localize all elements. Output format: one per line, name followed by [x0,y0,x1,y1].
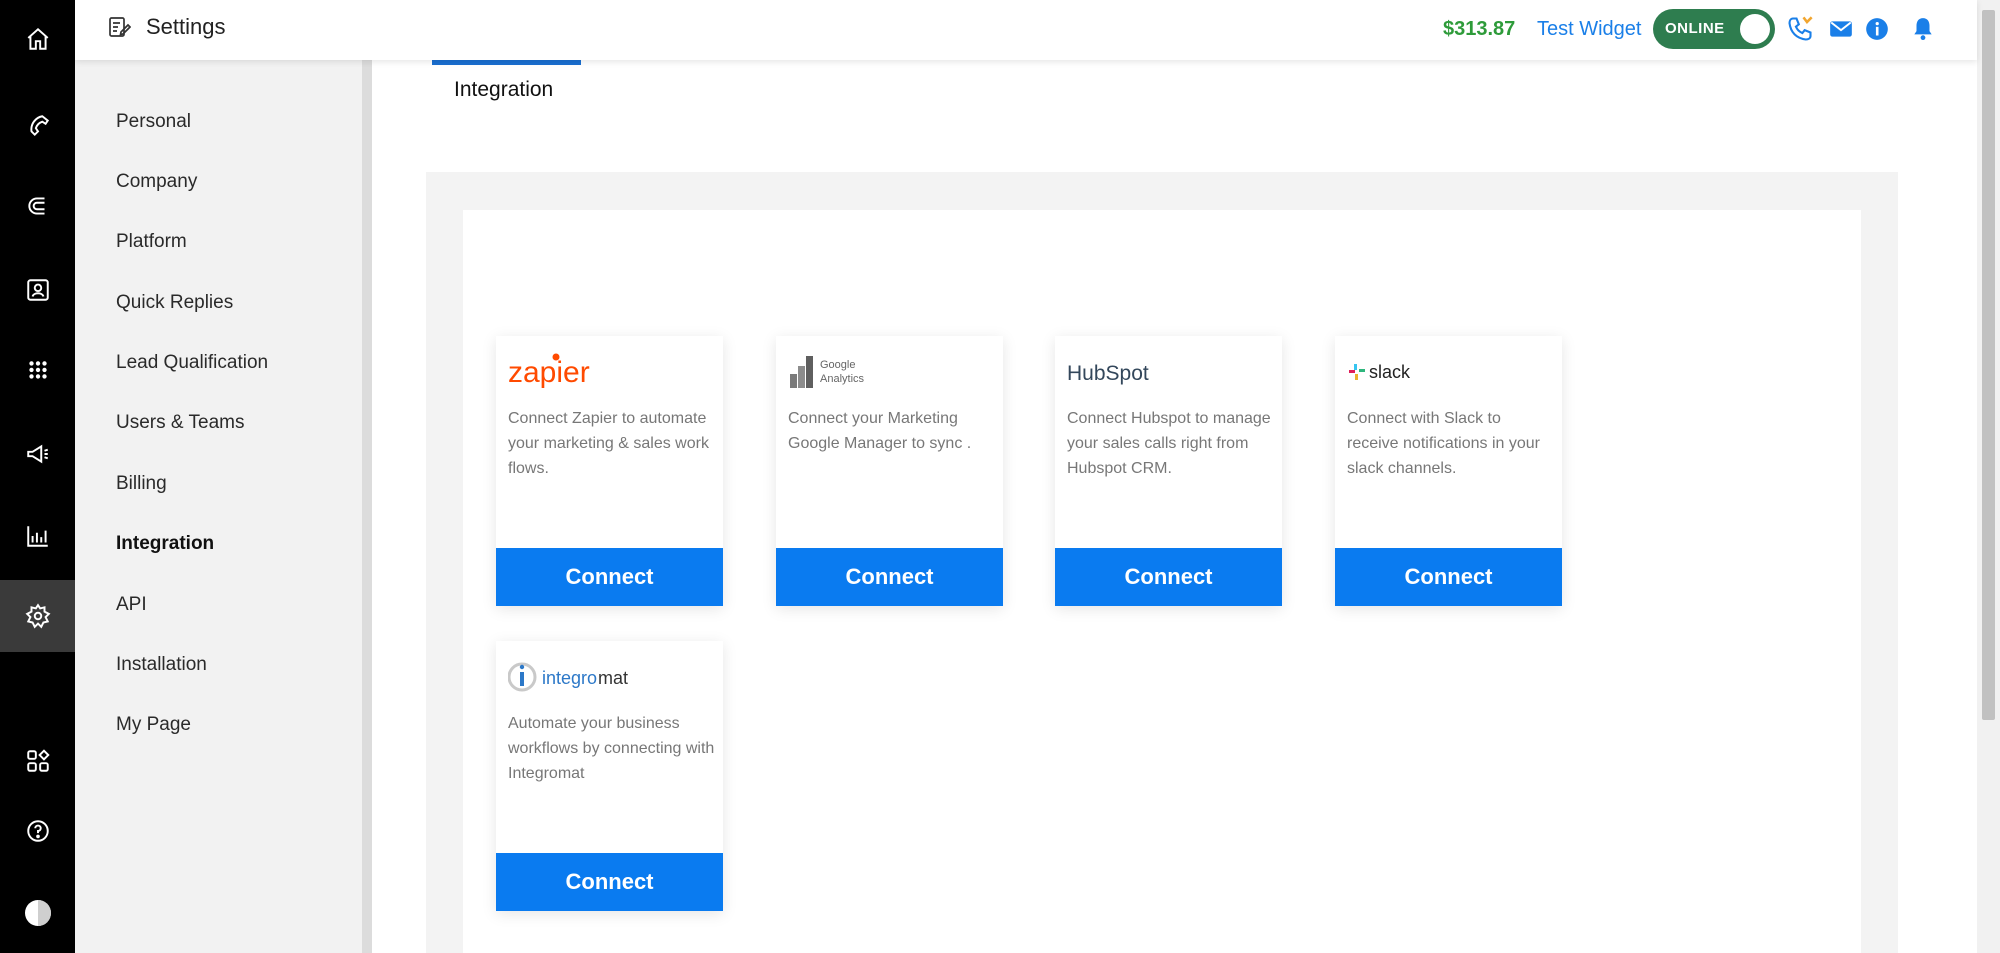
page-scrollbar[interactable] [1977,0,2000,953]
rail-apps[interactable] [0,725,75,797]
connect-integromat-button[interactable]: Connect [496,853,723,911]
card-description: Connect your Marketing Google Manager to… [788,410,972,452]
integromat-logo-text-1: integro [542,668,597,688]
page-title: Settings [146,14,226,39]
integration-card-integromat: integro mat Automate your business workf… [496,641,723,911]
top-header: Settings $313.87 Test Widget ONLINE [75,0,1977,60]
rail-analytics[interactable] [0,500,75,572]
rail-settings[interactable] [0,580,75,652]
card-description: Automate your business workflows by conn… [508,715,715,782]
online-status-toggle[interactable]: ONLINE [1653,9,1775,49]
analytics-logo-text: Analytics [820,373,865,385]
hubspot-logo-text: HubSpot [1067,362,1149,385]
connect-slack-button[interactable]: Connect [1335,548,1562,606]
zapier-logo: zapier [508,352,598,392]
sidebar-item-lead-qualification[interactable]: Lead Qualification [116,352,268,374]
dialpad-icon [28,361,47,379]
hubspot-logo: HubSpot [1067,352,1167,392]
sidebar-item-platform[interactable]: Platform [116,231,187,253]
tab-integration[interactable]: Integration [432,60,581,120]
card-description: Connect with Slack to receive notificati… [1347,410,1540,477]
phone-icon [29,115,49,137]
rail-campaigns[interactable] [0,418,75,490]
google-analytics-logo: Google Analytics [788,352,878,392]
rail-help[interactable] [0,795,75,867]
info-icon[interactable] [1862,14,1892,44]
scrollbar-thumb[interactable] [1982,10,1995,720]
active-tab-indicator [432,60,581,65]
help-icon [26,820,49,842]
sidebar-item-quick-replies[interactable]: Quick Replies [116,292,233,314]
slack-logo: slack [1347,352,1437,392]
tab-label: Integration [454,78,554,101]
contact-card-icon [26,279,49,301]
google-logo-text: Google [820,359,855,371]
gear-icon [25,603,50,629]
icon-rail [0,0,75,953]
integration-card-hubspot: HubSpot Connect Hubspot to manage your s… [1055,336,1282,606]
apps-icon [26,749,50,772]
sidebar-item-users-teams[interactable]: Users & Teams [116,412,244,434]
sidebar-item-billing[interactable]: Billing [116,473,167,495]
connect-google-analytics-button[interactable]: Connect [776,548,1003,606]
sidebar-item-my-page[interactable]: My Page [116,714,191,736]
rail-home[interactable] [0,3,75,75]
notification-bell-icon[interactable] [1908,14,1938,44]
integration-card-zapier: zapier Connect Zapier to automate your m… [496,336,723,606]
home-icon [27,27,48,50]
rail-leads[interactable] [0,170,75,242]
analytics-icon [26,526,48,547]
rail-contacts[interactable] [0,254,75,326]
integromat-logo-text-2: mat [598,668,628,688]
card-description: Connect Hubspot to manage your sales cal… [1067,410,1271,477]
email-icon[interactable] [1826,14,1856,44]
online-status-label: ONLINE [1665,20,1725,37]
zapier-logo-text: zapier [508,356,590,389]
settings-sidebar: Personal Company Platform Quick Replies … [75,60,362,953]
card-description: Connect Zapier to automate your marketin… [508,410,709,477]
sidebar-item-api[interactable]: API [116,594,147,616]
rail-profile[interactable] [0,877,75,949]
integration-card-slack: slack Connect with Slack to receive noti… [1335,336,1562,606]
sidebar-item-integration[interactable]: Integration [116,533,214,555]
connect-hubspot-button[interactable]: Connect [1055,548,1282,606]
call-forward-icon[interactable] [1785,14,1815,44]
settings-doc-icon [109,17,131,37]
sidebar-divider [362,60,372,953]
avatar [24,900,51,926]
rail-dialpad[interactable] [0,335,75,407]
widget-selector[interactable]: Test Widget [1537,18,1641,41]
slack-logo-text: slack [1369,362,1411,382]
integration-card-google-analytics: Google Analytics Connect your Marketing … [776,336,1003,606]
magnet-icon [27,197,44,215]
account-balance: $313.87 [1443,18,1516,40]
sidebar-item-installation[interactable]: Installation [116,654,207,676]
integromat-logo: integro mat [508,657,638,697]
megaphone-icon [26,444,48,464]
connect-zapier-button[interactable]: Connect [496,548,723,606]
toggle-knob [1740,14,1770,44]
rail-calls[interactable] [0,90,75,162]
sidebar-item-personal[interactable]: Personal [116,111,191,133]
app-window: Settings $313.87 Test Widget ONLINE Pers… [0,0,2000,953]
sidebar-item-company[interactable]: Company [116,171,197,193]
